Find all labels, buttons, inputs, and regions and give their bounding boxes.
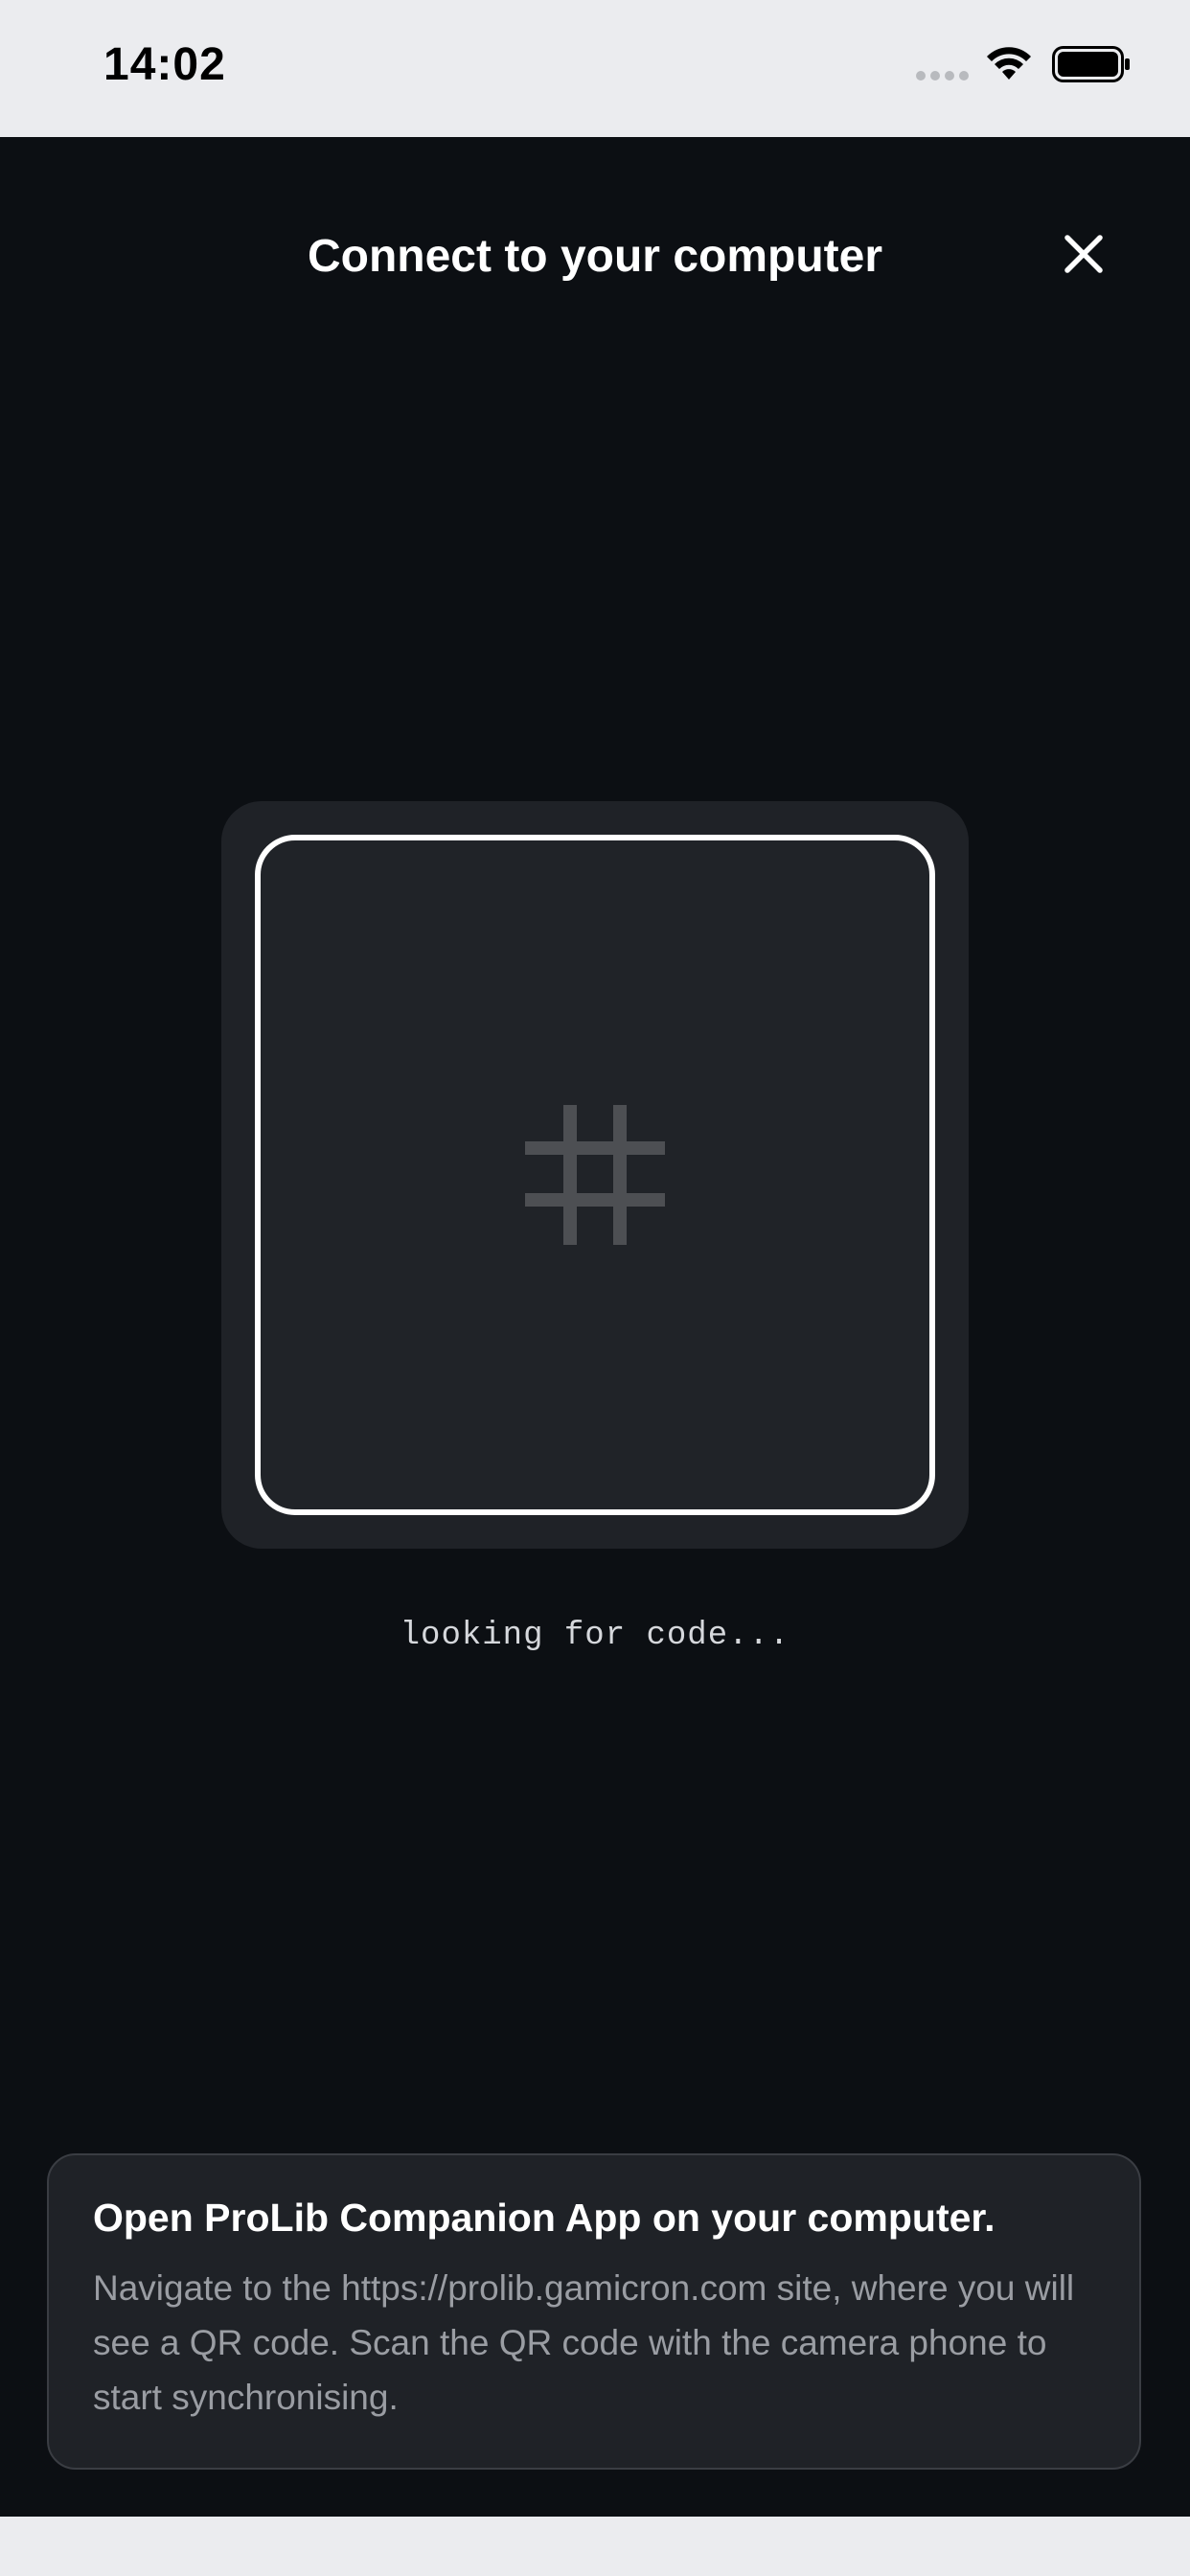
cellular-signal-icon [916, 71, 969, 80]
wifi-icon [987, 47, 1031, 80]
page-title: Connect to your computer [307, 231, 883, 282]
scan-screen: Connect to your computer looking for cod… [0, 137, 1190, 2517]
close-icon [1064, 235, 1103, 273]
qr-scanner[interactable] [221, 801, 969, 1549]
battery-icon [1052, 46, 1130, 82]
home-indicator-area [0, 2517, 1190, 2576]
status-time: 14:02 [103, 39, 226, 90]
scan-status-text: looking for code... [400, 1618, 790, 1654]
instructions-body: Navigate to the https://prolib.gamicron.… [93, 2268, 1075, 2417]
hash-icon [525, 1105, 665, 1245]
instructions-title: Open ProLib Companion App on your comput… [93, 2196, 995, 2240]
status-bar: 14:02 [0, 0, 1190, 137]
scanner-viewfinder [255, 835, 935, 1515]
close-button[interactable] [1047, 218, 1120, 290]
instructions-card: Open ProLib Companion App on your comput… [47, 2153, 1141, 2470]
